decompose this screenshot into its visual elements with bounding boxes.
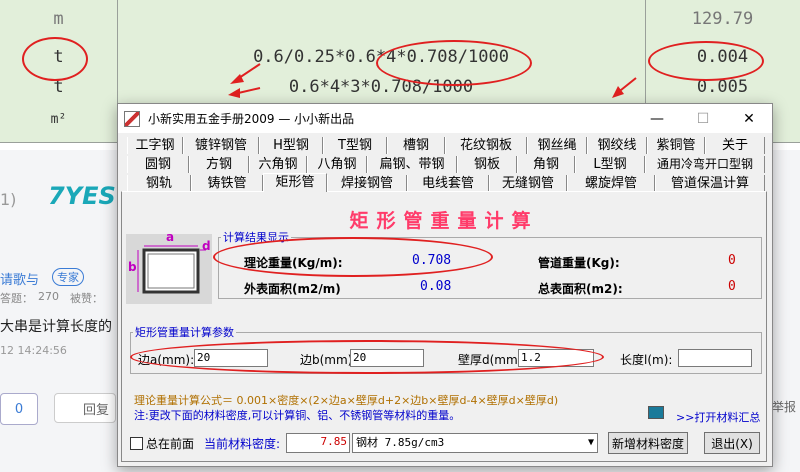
tab-welded-pipe[interactable]: 焊接钢管	[327, 175, 407, 192]
result-cell: 0.004	[645, 38, 800, 76]
tab-insulation[interactable]: 管道保温计算	[655, 175, 765, 192]
tab-square-steel[interactable]: 方钢	[189, 156, 249, 173]
tab-checkered-plate[interactable]: 花纹钢板	[445, 137, 527, 154]
tab-flat-steel[interactable]: 扁钢、带钢	[367, 156, 457, 173]
unit-cell: m²	[0, 97, 118, 142]
tab-round-steel[interactable]: 圆钢	[127, 156, 189, 173]
tab-conduit[interactable]: 电线套管	[407, 175, 489, 192]
label-d: d	[202, 239, 211, 253]
tab-t-beam[interactable]: T型钢	[323, 137, 387, 154]
tab-hex-steel[interactable]: 六角钢	[249, 156, 307, 173]
tab-galvanized-pipe[interactable]: 镀锌钢管	[183, 137, 259, 154]
expert-badge: 专家	[52, 268, 84, 286]
answer-timestamp: 12 14:24:56	[0, 344, 67, 357]
always-on-top-label: 总在前面	[146, 437, 195, 451]
formula-cell	[117, 0, 646, 38]
tab-h-beam[interactable]: H型钢	[259, 137, 323, 154]
tab-seamless-pipe[interactable]: 无缝钢管	[489, 175, 567, 192]
summary-icon[interactable]	[648, 406, 664, 419]
table-row: m 129.79	[0, 0, 800, 39]
always-on-top-checkbox[interactable]	[130, 437, 143, 450]
close-button[interactable]: ✕	[726, 104, 772, 133]
chevron-down-icon: ▼	[587, 437, 594, 448]
tab-rail[interactable]: 钢轨	[127, 175, 191, 192]
maximize-button[interactable]: ☐	[680, 104, 726, 133]
answer-snippet: 大串是计算长度的	[0, 319, 112, 335]
calculator-window: 小新实用五金手册2009 — 小小新出品 — ☐ ✕ 工字钢 镀锌钢管 H型钢 …	[117, 103, 773, 467]
side-a-label: 边a(mm):	[138, 353, 195, 367]
tab-angle-steel[interactable]: 角钢	[517, 156, 575, 173]
tab-rectangular-pipe[interactable]: 矩形管	[263, 173, 327, 192]
add-material-button[interactable]: 新增材料密度	[608, 432, 688, 454]
theory-weight-label: 理论重量(Kg/m):	[244, 256, 343, 270]
tab-channel[interactable]: 槽钢	[387, 137, 445, 154]
side-b-input[interactable]: 20	[350, 349, 424, 367]
window-title: 小新实用五金手册2009 — 小小新出品	[148, 112, 355, 126]
footer-bar: 总在前面 当前材料密度: 7.85 钢材 7.85g/cm3 ▼ 新增材料密度 …	[118, 432, 772, 462]
wall-thickness-input[interactable]: 1.2	[518, 349, 594, 367]
tab-i-beam[interactable]: 工字钢	[127, 137, 183, 154]
formula-text: 理论重量计算公式＝ 0.001×密度×(2×边a×壁厚d+2×边b×壁厚d-4×…	[134, 394, 559, 407]
side-a-input[interactable]: 20	[194, 349, 268, 367]
app-icon	[124, 110, 140, 127]
material-select-value: 钢材 7.85g/cm3	[356, 436, 445, 449]
unit-cell: t	[0, 76, 118, 97]
length-input[interactable]	[678, 349, 752, 367]
unit-cell: m	[0, 0, 118, 38]
outer-area-label: 外表面积(m2/m)	[244, 282, 341, 296]
user-name[interactable]: 请歌与	[0, 269, 39, 288]
site-logo: 7YES	[48, 182, 116, 210]
open-summary-link[interactable]: >>打开材料汇总	[676, 409, 760, 425]
results-legend: 计算结果显示	[223, 231, 289, 244]
answer-index: 1)	[0, 190, 17, 209]
pipe-weight-label: 管道重量(Kg):	[538, 256, 620, 270]
side-b-label: 边b(mm):	[300, 353, 357, 367]
material-select[interactable]: 钢材 7.85g/cm3 ▼	[352, 433, 598, 453]
tab-cold-formed[interactable]: 通用冷弯开口型钢	[645, 156, 765, 173]
annotation-arrows	[228, 63, 637, 98]
total-area-value: 0	[728, 279, 736, 294]
theory-weight-value: 0.708	[412, 253, 452, 268]
tab-cast-iron-pipe[interactable]: 铸铁管	[191, 175, 263, 192]
tab-steel-plate[interactable]: 钢板	[457, 156, 517, 173]
note-text: 注:更改下面的材料密度,可以计算铜、铝、不锈钢管等材料的重量。	[134, 409, 461, 422]
exit-button[interactable]: 退出(X)	[704, 432, 760, 454]
vote-button[interactable]: 0	[0, 393, 38, 425]
rectangular-pipe-panel: 矩形管重量计算 a b d 计算结果显示 理论重量(Kg/m): 0.708 管…	[121, 191, 767, 462]
tab-copper-pipe[interactable]: 紫铜管	[647, 137, 705, 154]
length-label: 长度l(m):	[620, 353, 673, 367]
params-legend: 矩形管重量计算参数	[135, 326, 234, 339]
density-label: 当前材料密度:	[204, 437, 281, 451]
density-input[interactable]: 7.85	[286, 433, 350, 453]
unit-cell: t	[0, 38, 118, 76]
reply-button[interactable]: 回复	[54, 393, 116, 423]
label-b: b	[128, 260, 137, 274]
title-bar[interactable]: 小新实用五金手册2009 — 小小新出品 — ☐ ✕	[118, 104, 772, 133]
likes-label: 被赞：	[70, 292, 103, 305]
cross-section-diagram: a b d	[126, 230, 212, 304]
tab-spiral-pipe[interactable]: 螺旋焊管	[567, 175, 655, 192]
tab-wire-rope[interactable]: 钢丝绳	[527, 137, 587, 154]
report-link[interactable]: 举报	[772, 398, 796, 415]
wall-thickness-label: 壁厚d(mm)	[458, 353, 523, 367]
label-a: a	[166, 230, 175, 244]
result-cell: 129.79	[645, 0, 800, 38]
outer-area-value: 0.08	[420, 279, 452, 294]
answers-label: 答题：	[0, 292, 33, 305]
result-cell: 0.005	[645, 76, 800, 97]
tab-about[interactable]: 关于	[705, 137, 765, 154]
tab-l-steel[interactable]: L型钢	[575, 156, 645, 173]
pipe-weight-value: 0	[728, 253, 736, 268]
minimize-button[interactable]: —	[634, 104, 680, 133]
answers-count: 270	[38, 290, 59, 303]
tab-octagon-steel[interactable]: 八角钢	[307, 156, 367, 173]
tab-strand[interactable]: 钢绞线	[587, 137, 647, 154]
total-area-label: 总表面积(m2):	[538, 282, 623, 296]
